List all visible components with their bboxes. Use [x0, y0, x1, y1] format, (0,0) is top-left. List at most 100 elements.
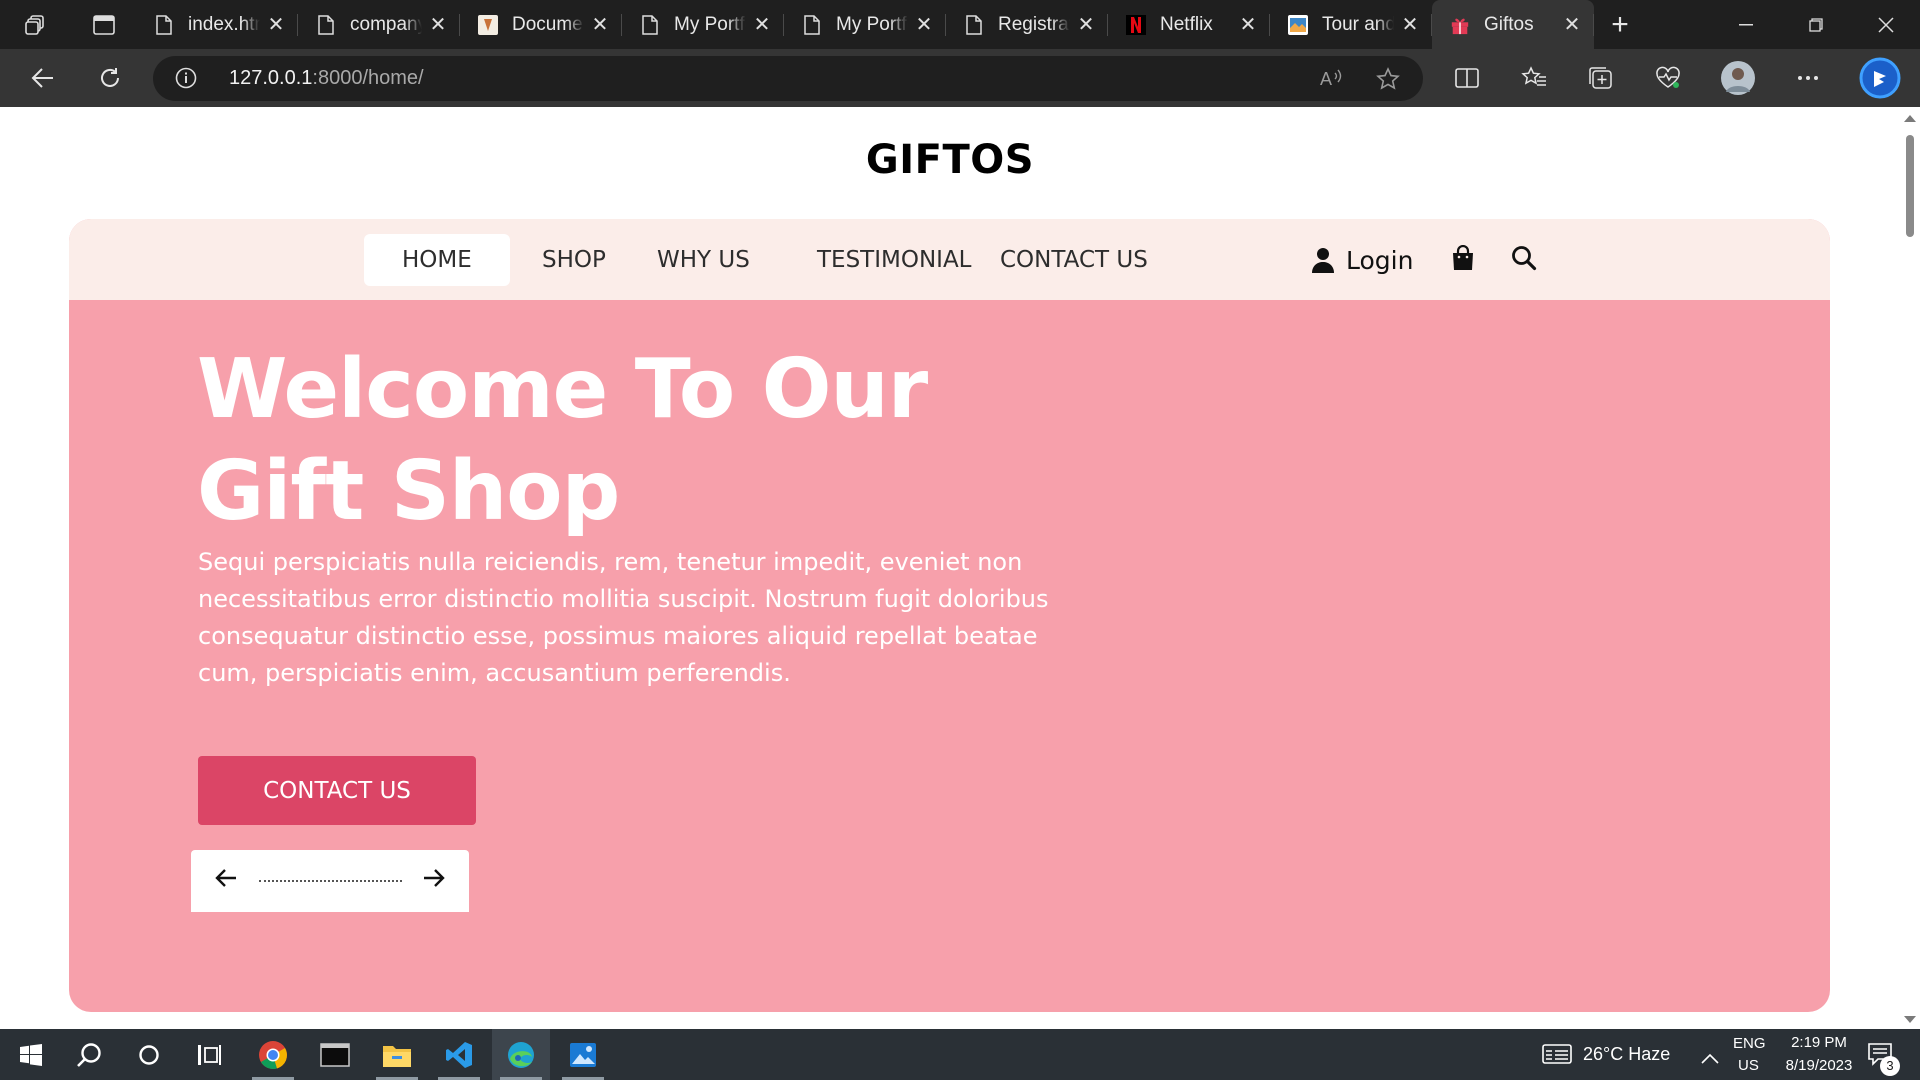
tab-title: Giftos	[1484, 13, 1534, 35]
site-info-icon[interactable]	[175, 67, 197, 93]
favorite-star-icon[interactable]	[1376, 67, 1400, 95]
tab-title: Tour and	[1322, 13, 1394, 35]
close-tab-icon[interactable]: ✕	[1400, 12, 1420, 37]
search-icon[interactable]	[1511, 245, 1537, 275]
chrome-icon[interactable]	[244, 1029, 302, 1080]
close-tab-icon[interactable]: ✕	[1238, 12, 1258, 37]
slider-progress-line	[259, 880, 402, 882]
browser-tab[interactable]: Tour and ✕	[1270, 0, 1432, 49]
new-tab-button[interactable]: +	[1594, 0, 1646, 49]
split-screen-icon[interactable]	[1439, 49, 1495, 107]
read-aloud-icon[interactable]: A	[1320, 67, 1346, 93]
file-icon	[964, 14, 984, 35]
gift-icon	[1450, 15, 1470, 35]
photos-icon[interactable]	[554, 1029, 612, 1080]
browser-tab[interactable]: index.html ✕	[136, 0, 298, 49]
profile-avatar[interactable]	[1710, 49, 1766, 107]
file-icon	[640, 14, 660, 35]
tab-title: Registration	[998, 13, 1070, 35]
clock-date[interactable]: 8/19/2023	[1776, 1057, 1862, 1074]
previous-arrow-icon[interactable]	[215, 868, 237, 892]
tab-title: Netflix	[1160, 13, 1213, 35]
notification-count-badge: 3	[1880, 1056, 1900, 1076]
scroll-thumb[interactable]	[1906, 135, 1914, 237]
vscode-icon[interactable]	[430, 1029, 488, 1080]
terminal-icon[interactable]	[306, 1029, 364, 1080]
edge-icon[interactable]	[492, 1029, 550, 1080]
browser-tab[interactable]: company ✕	[298, 0, 460, 49]
close-tab-icon[interactable]: ✕	[914, 12, 934, 37]
close-tab-icon[interactable]: ✕	[590, 12, 610, 37]
browser-tab[interactable]: Registration ✕	[946, 0, 1108, 49]
more-options-icon[interactable]	[1780, 49, 1836, 107]
windows-start-icon[interactable]	[2, 1029, 60, 1080]
favorites-list-icon[interactable]	[1506, 49, 1562, 107]
netflix-icon	[1126, 14, 1146, 35]
hero-title-line1: Welcome To Our	[197, 342, 928, 437]
task-view-icon[interactable]	[180, 1029, 238, 1080]
url-path: :8000/home/	[312, 67, 424, 89]
login-label: Login	[1346, 245, 1414, 275]
workspaces-icon[interactable]	[0, 0, 72, 49]
browser-tab-active[interactable]: Giftos ✕	[1432, 0, 1594, 49]
slider-controls	[191, 850, 469, 912]
nav-contact-us[interactable]: CONTACT US	[962, 234, 1186, 286]
weather-text[interactable]: 26°C Haze	[1583, 1044, 1670, 1065]
minimize-icon[interactable]	[1711, 0, 1781, 49]
browser-tab[interactable]: Netflix ✕	[1108, 0, 1270, 49]
restore-icon[interactable]	[1781, 0, 1851, 49]
browser-tab[interactable]: My Portfolio ✕	[784, 0, 946, 49]
tab-title: Document	[512, 13, 584, 35]
close-tab-icon[interactable]: ✕	[752, 12, 772, 37]
back-arrow-icon[interactable]	[15, 49, 71, 107]
file-icon	[154, 14, 174, 35]
show-hidden-icons-chevron-icon[interactable]	[1701, 1049, 1719, 1068]
user-icon	[1312, 248, 1334, 273]
language-indicator[interactable]: ENG	[1733, 1035, 1766, 1052]
shopping-bag-icon[interactable]	[1451, 244, 1475, 275]
brand-logo[interactable]: GIFTOS	[0, 137, 1900, 183]
cortana-icon[interactable]	[120, 1029, 178, 1080]
search-icon[interactable]	[60, 1029, 118, 1080]
svg-text:A: A	[1320, 69, 1332, 89]
close-tab-icon[interactable]: ✕	[1076, 12, 1096, 37]
weather-icon[interactable]	[1542, 1043, 1572, 1069]
main-navbar: HOME SHOP WHY US TESTIMONIAL CONTACT US …	[69, 219, 1830, 300]
hero-title: Welcome To Our Gift Shop	[197, 339, 1097, 543]
scroll-up-arrow-icon[interactable]	[1904, 115, 1916, 122]
page-scrollbar[interactable]	[1900, 107, 1920, 1029]
close-tab-icon[interactable]: ✕	[266, 12, 286, 37]
refresh-icon[interactable]	[82, 49, 138, 107]
doc-image-icon	[478, 14, 498, 35]
file-explorer-icon[interactable]	[368, 1029, 426, 1080]
windows-taskbar: 26°C Haze ENG US 2:19 PM 8/19/2023 3	[0, 1029, 1920, 1080]
hero-section: HOME SHOP WHY US TESTIMONIAL CONTACT US …	[69, 219, 1830, 1012]
tab-title: company	[350, 13, 422, 35]
hero-title-line2: Gift Shop	[197, 444, 620, 539]
file-icon	[316, 14, 336, 35]
nav-why-us[interactable]: WHY US	[619, 234, 788, 286]
close-tab-icon[interactable]: ✕	[1562, 12, 1582, 37]
tour-icon	[1288, 14, 1308, 35]
region-indicator[interactable]: US	[1738, 1057, 1759, 1074]
url-text: 127.0.0.1:8000/home/	[229, 67, 424, 90]
browser-tab-bar: index.html ✕ company ✕ Document ✕ My Por…	[0, 0, 1920, 49]
tab-title: My Portfolio	[674, 13, 746, 35]
browser-tab[interactable]: Document ✕	[460, 0, 622, 49]
login-link[interactable]: Login	[1312, 234, 1413, 286]
browser-essentials-icon[interactable]	[1640, 49, 1696, 107]
close-window-icon[interactable]	[1851, 0, 1920, 49]
collections-icon[interactable]	[1573, 49, 1629, 107]
tab-title: index.html	[188, 13, 260, 35]
bing-copilot-icon[interactable]	[1852, 49, 1908, 107]
browser-tab[interactable]: My Portfolio ✕	[622, 0, 784, 49]
address-bar[interactable]: 127.0.0.1:8000/home/ A	[153, 56, 1423, 101]
contact-us-button[interactable]: CONTACT US	[198, 756, 476, 825]
next-arrow-icon[interactable]	[423, 868, 445, 892]
nav-home[interactable]: HOME	[364, 234, 510, 286]
close-tab-icon[interactable]: ✕	[428, 12, 448, 37]
vertical-tabs-icon[interactable]	[72, 0, 136, 49]
page-viewport: GIFTOS HOME SHOP WHY US TESTIMONIAL CONT…	[0, 107, 1900, 1029]
scroll-down-arrow-icon[interactable]	[1904, 1016, 1916, 1023]
clock-time[interactable]: 2:19 PM	[1784, 1034, 1854, 1051]
